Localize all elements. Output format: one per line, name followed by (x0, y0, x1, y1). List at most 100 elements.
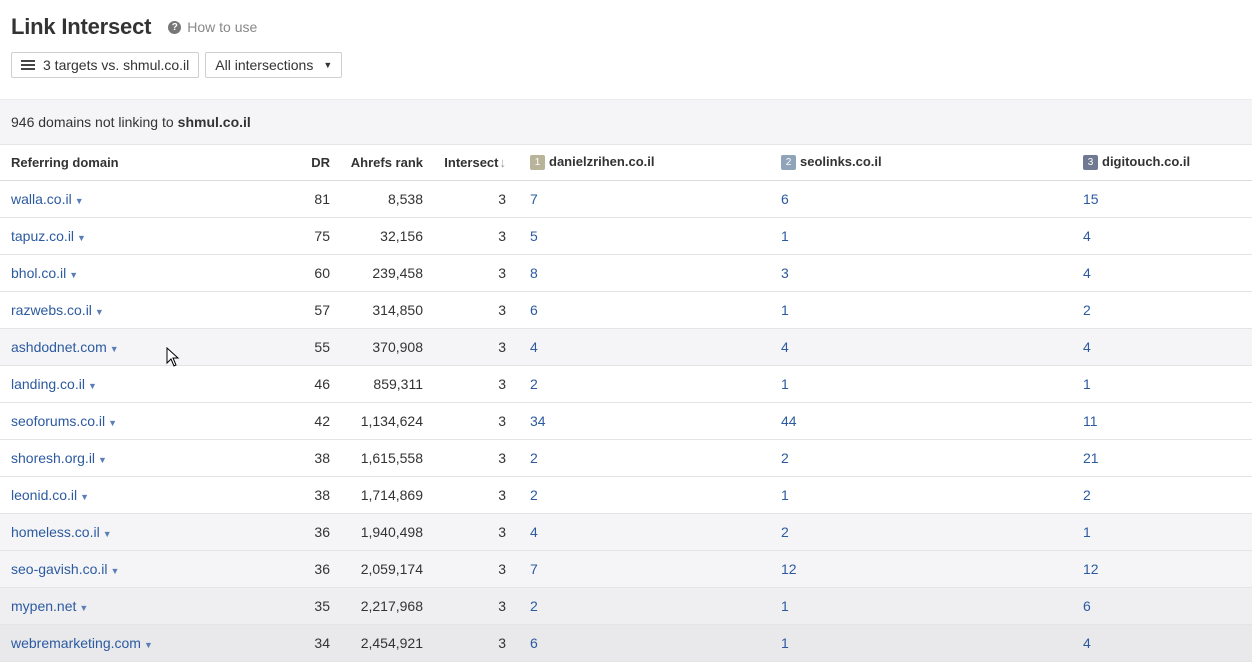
target-1-count-link[interactable]: 8 (530, 265, 538, 281)
targets-button[interactable]: 3 targets vs. shmul.co.il (11, 52, 200, 78)
target-2-count-link[interactable]: 1 (781, 376, 789, 392)
cell-ahrefs-rank: 370,908 (330, 328, 423, 366)
target-2-count-link[interactable]: 6 (781, 191, 789, 207)
target-2-count-link[interactable]: 2 (781, 524, 789, 540)
target-2-count-link[interactable]: 1 (781, 598, 789, 614)
target-3-count-link[interactable]: 4 (1083, 339, 1091, 355)
domain-caret-down-icon[interactable]: ▼ (75, 196, 84, 206)
target-1-count-link[interactable]: 2 (530, 598, 538, 614)
target-3-count-link[interactable]: 6 (1083, 598, 1091, 614)
cell-target-1: 4 (506, 328, 776, 366)
cell-target-1: 7 (506, 550, 776, 588)
target-1-count-link[interactable]: 6 (530, 635, 538, 651)
cell-target-2: 2 (776, 439, 1078, 477)
cell-target-2: 1 (776, 217, 1078, 255)
cell-target-3: 21 (1078, 439, 1252, 477)
cell-target-1: 2 (506, 365, 776, 403)
target-3-count-link[interactable]: 1 (1083, 524, 1091, 540)
domain-caret-down-icon[interactable]: ▼ (108, 418, 117, 428)
referring-domain-link[interactable]: webremarketing.com (11, 635, 141, 651)
cell-target-3: 6 (1078, 587, 1252, 625)
referring-domain-link[interactable]: seoforums.co.il (11, 413, 105, 429)
target-3-count-link[interactable]: 4 (1083, 635, 1091, 651)
target-1-count-link[interactable]: 2 (530, 487, 538, 503)
header-intersect[interactable]: Intersect↓ (423, 145, 506, 181)
referring-domain-link[interactable]: shoresh.org.il (11, 450, 95, 466)
domain-caret-down-icon[interactable]: ▼ (79, 603, 88, 613)
table-row: razwebs.co.il ▼ 57 314,850 3 6 1 2 (0, 291, 1252, 329)
target-1-count-link[interactable]: 5 (530, 228, 538, 244)
header-target-2[interactable]: 2 seolinks.co.il (776, 145, 1078, 181)
domain-caret-down-icon[interactable]: ▼ (80, 492, 89, 502)
domain-caret-down-icon[interactable]: ▼ (88, 381, 97, 391)
target-3-count-link[interactable]: 21 (1083, 450, 1099, 466)
cell-target-3: 2 (1078, 291, 1252, 329)
cell-target-1: 4 (506, 513, 776, 551)
domain-caret-down-icon[interactable]: ▼ (110, 344, 119, 354)
cell-dr: 81 (230, 180, 330, 218)
cell-dr: 35 (230, 587, 330, 625)
cell-referring-domain: tapuz.co.il ▼ (0, 217, 230, 255)
target-3-count-link[interactable]: 11 (1083, 413, 1098, 429)
target-3-count-link[interactable]: 4 (1083, 265, 1091, 281)
domain-caret-down-icon[interactable]: ▼ (111, 566, 120, 576)
target-1-count-link[interactable]: 6 (530, 302, 538, 318)
header-dr[interactable]: DR (230, 145, 330, 181)
referring-domain-link[interactable]: razwebs.co.il (11, 302, 92, 318)
table-row: bhol.co.il ▼ 60 239,458 3 8 3 4 (0, 254, 1252, 292)
cell-intersect: 3 (423, 365, 506, 403)
domain-caret-down-icon[interactable]: ▼ (98, 455, 107, 465)
domain-caret-down-icon[interactable]: ▼ (69, 270, 78, 280)
target-3-count-link[interactable]: 12 (1083, 561, 1099, 577)
target-2-count-link[interactable]: 1 (781, 302, 789, 318)
referring-domain-link[interactable]: walla.co.il (11, 191, 72, 207)
domain-caret-down-icon[interactable]: ▼ (77, 233, 86, 243)
cell-ahrefs-rank: 8,538 (330, 180, 423, 218)
referring-domain-link[interactable]: seo-gavish.co.il (11, 561, 108, 577)
target-3-count-link[interactable]: 15 (1083, 191, 1099, 207)
target-3-count-link[interactable]: 1 (1083, 376, 1091, 392)
summary-text: 946 domains not linking to (11, 114, 174, 130)
referring-domain-link[interactable]: ashdodnet.com (11, 339, 107, 355)
target-2-count-link[interactable]: 12 (781, 561, 797, 577)
domain-caret-down-icon[interactable]: ▼ (95, 307, 104, 317)
header-referring-domain[interactable]: Referring domain (0, 145, 230, 181)
target-2-count-link[interactable]: 2 (781, 450, 789, 466)
target-2-count-link[interactable]: 4 (781, 339, 789, 355)
referring-domain-link[interactable]: mypen.net (11, 598, 76, 614)
target-1-count-link[interactable]: 2 (530, 376, 538, 392)
table-row: leonid.co.il ▼ 38 1,714,869 3 2 1 2 (0, 476, 1252, 514)
target-1-count-link[interactable]: 34 (530, 413, 546, 429)
cell-target-1: 6 (506, 291, 776, 329)
intersections-dropdown[interactable]: All intersections ▼ (205, 52, 343, 78)
referring-domain-link[interactable]: landing.co.il (11, 376, 85, 392)
how-to-use-link[interactable]: ? How to use (168, 19, 257, 35)
target-3-count-link[interactable]: 2 (1083, 302, 1091, 318)
cell-target-2: 12 (776, 550, 1078, 588)
header-target-3[interactable]: 3 digitouch.co.il (1078, 145, 1252, 181)
target-2-count-link[interactable]: 44 (781, 413, 797, 429)
cell-ahrefs-rank: 1,714,869 (330, 476, 423, 514)
target-1-count-link[interactable]: 7 (530, 561, 538, 577)
target-1-count-link[interactable]: 4 (530, 339, 538, 355)
referring-domain-link[interactable]: tapuz.co.il (11, 228, 74, 244)
referring-domain-link[interactable]: bhol.co.il (11, 265, 66, 281)
target-2-count-link[interactable]: 1 (781, 487, 789, 503)
target-1-count-link[interactable]: 7 (530, 191, 538, 207)
domain-caret-down-icon[interactable]: ▼ (144, 640, 153, 650)
table-row: seo-gavish.co.il ▼ 36 2,059,174 3 7 12 12 (0, 550, 1252, 588)
header-target-1[interactable]: 1 danielzrihen.co.il (506, 145, 776, 181)
target-3-count-link[interactable]: 4 (1083, 228, 1091, 244)
target-3-count-link[interactable]: 2 (1083, 487, 1091, 503)
domain-caret-down-icon[interactable]: ▼ (103, 529, 112, 539)
referring-domain-link[interactable]: homeless.co.il (11, 524, 100, 540)
cell-target-2: 4 (776, 328, 1078, 366)
target-2-count-link[interactable]: 3 (781, 265, 789, 281)
target-1-count-link[interactable]: 4 (530, 524, 538, 540)
target-1-count-link[interactable]: 2 (530, 450, 538, 466)
target-2-count-link[interactable]: 1 (781, 228, 789, 244)
header-ahrefs-rank[interactable]: Ahrefs rank (330, 145, 423, 181)
cell-ahrefs-rank: 314,850 (330, 291, 423, 329)
referring-domain-link[interactable]: leonid.co.il (11, 487, 77, 503)
target-2-count-link[interactable]: 1 (781, 635, 789, 651)
